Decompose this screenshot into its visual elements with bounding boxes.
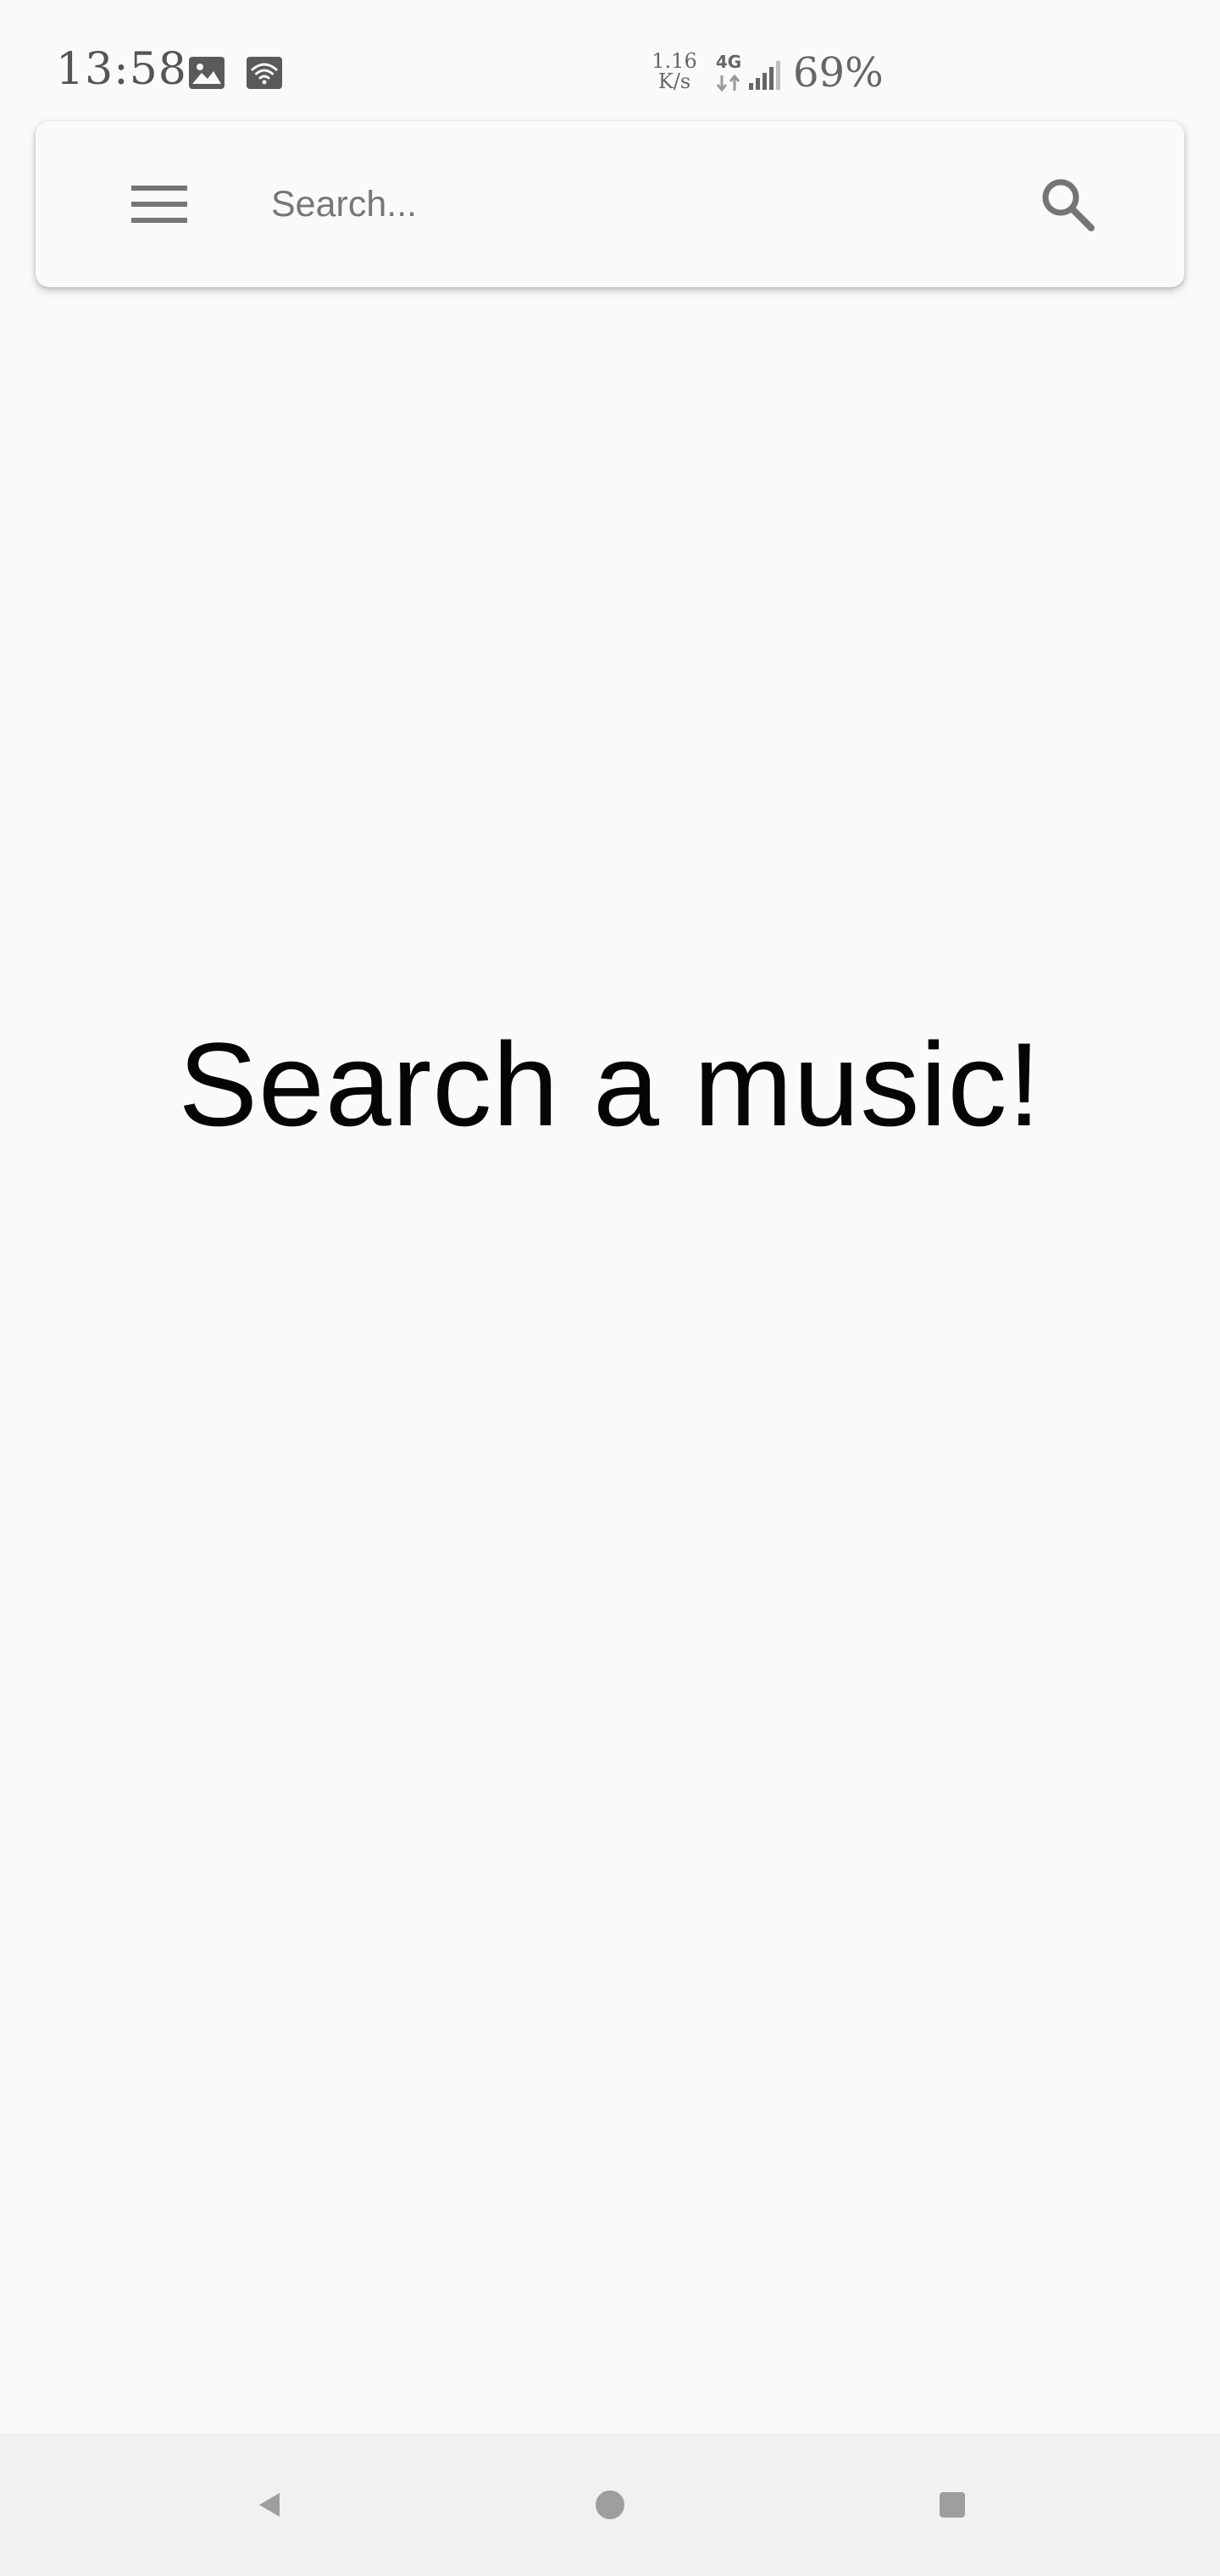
wifi-icon [247,57,282,89]
recents-icon [940,2492,965,2518]
hamburger-menu-icon [131,186,187,223]
search-input[interactable] [271,170,1034,238]
back-icon [259,2493,280,2517]
network-speed-unit: K/s [657,69,691,93]
empty-state-message: Search a music! [178,1018,1042,1151]
search-button[interactable] [1025,162,1110,247]
status-time: 13:58 [56,44,187,95]
home-button[interactable] [576,2471,644,2539]
signal-strength-icon [749,61,780,90]
menu-button[interactable] [117,162,202,247]
network-type-label: 4G [715,52,742,72]
navigation-bar [0,2434,1220,2576]
network-speed-value: 1.16 [652,49,697,73]
home-icon [596,2490,624,2519]
search-bar [36,121,1184,287]
status-bar: 13:58 1.16 K/s 4G 69% [0,0,1220,119]
network-speed: 1.16 K/s [649,51,700,92]
gallery-icon [189,57,225,89]
app-screen: 13:58 1.16 K/s 4G 69% Search... Search a… [0,0,1220,2576]
battery-level: 69% [793,49,884,97]
recents-button[interactable] [918,2471,986,2539]
data-activity-icon [716,74,740,92]
magnifier-icon [1042,179,1095,231]
back-button[interactable] [236,2471,303,2539]
